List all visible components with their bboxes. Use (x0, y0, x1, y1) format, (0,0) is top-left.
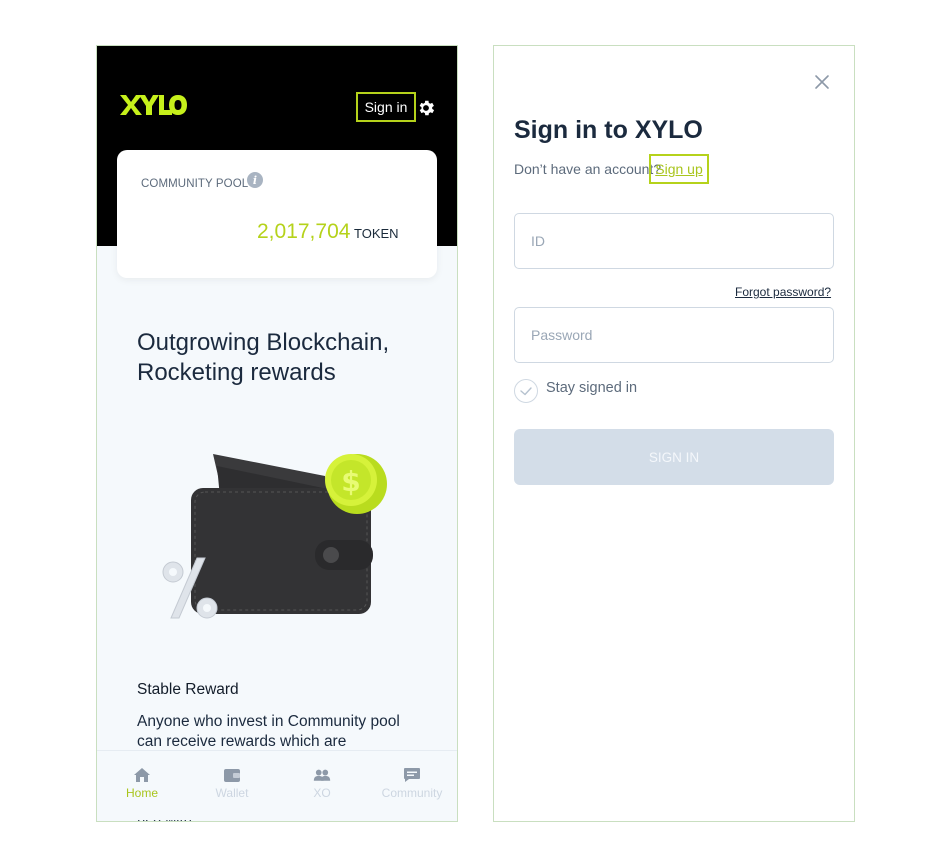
no-account-text: Don’t have an account? (514, 161, 662, 177)
pool-value: 2,017,704 (257, 220, 351, 243)
stay-signed-in-checkbox[interactable] (514, 379, 538, 403)
tab-wallet-label: Wallet (215, 786, 249, 800)
users-icon (313, 769, 331, 781)
forgot-password-link[interactable]: Forgot password? (735, 285, 831, 299)
signin-panel: Sign in to XYLO Don’t have an account? S… (493, 45, 855, 822)
tab-home-label: Home (125, 786, 158, 800)
tab-xo-label: XO (313, 786, 331, 800)
stay-signed-in-label: Stay signed in (546, 380, 638, 396)
pool-unit: TOKEN (354, 226, 399, 241)
wallet-illustration: $ (162, 454, 387, 619)
tab-home[interactable]: Home (97, 751, 187, 820)
tab-xo[interactable]: XO (277, 751, 367, 820)
tab-community-label: Community (381, 786, 443, 800)
xylo-logo[interactable] (119, 92, 187, 118)
tab-community[interactable]: Community (367, 751, 457, 820)
signin-title: Sign in to XYLO (514, 116, 703, 144)
community-pool-card: COMMUNITY POOL i 2,017,704 TOKEN (117, 150, 437, 278)
wallet-icon (224, 769, 240, 782)
reward-title: Stable Reward (137, 681, 239, 698)
password-input[interactable] (514, 307, 834, 363)
headline-line-1: Outgrowing Blockchain, (137, 329, 390, 356)
info-icon[interactable]: i (247, 172, 263, 188)
headline-line-2: Rocketing rewards (137, 359, 336, 386)
close-icon[interactable] (814, 74, 830, 90)
reward-description: Anyone who invest in Community pool can … (137, 713, 400, 750)
home-icon (134, 768, 150, 782)
pool-label: COMMUNITY POOL (141, 178, 249, 190)
signin-button[interactable]: Sign in (356, 92, 416, 122)
check-icon (520, 387, 532, 396)
tab-wallet[interactable]: Wallet (187, 751, 277, 820)
chat-icon (404, 768, 420, 782)
id-input[interactable] (514, 213, 834, 269)
signin-submit-button[interactable]: SIGN IN (514, 429, 834, 485)
svg-text:$: $ (341, 465, 360, 498)
home-screen: Sign in COMMUNITY POOL i 2,017,704 TOKEN… (96, 45, 458, 822)
hero-headline: Outgrowing Blockchain, Rocketing rewards (137, 328, 427, 388)
bottom-tab-bar: Home Wallet XO Community (97, 750, 457, 820)
signup-link[interactable]: Sign up (649, 154, 709, 184)
gear-icon[interactable] (416, 98, 436, 118)
